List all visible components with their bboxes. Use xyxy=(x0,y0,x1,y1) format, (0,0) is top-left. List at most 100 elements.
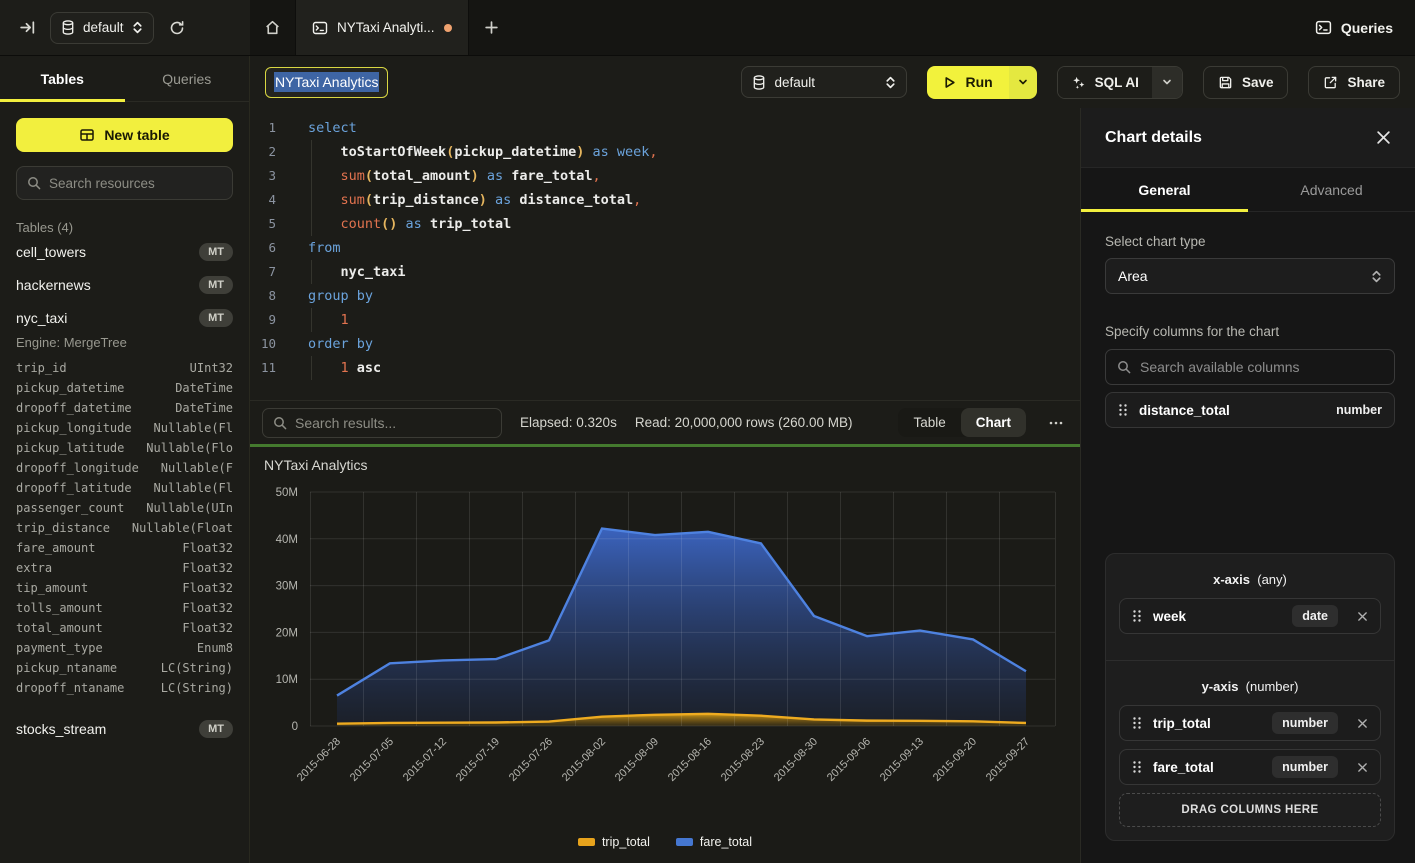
area-chart[interactable]: 010M20M30M40M50M2015-06-282015-07-052015… xyxy=(250,447,1080,863)
remove-column-icon[interactable] xyxy=(1349,762,1368,773)
toggle-chart[interactable]: Chart xyxy=(961,408,1026,437)
search-icon xyxy=(1117,360,1131,374)
legend-item-fare_total[interactable]: fare_total xyxy=(676,835,752,849)
column-type: Float32 xyxy=(182,601,233,615)
tab-general[interactable]: General xyxy=(1081,168,1248,211)
drag-handle-icon[interactable] xyxy=(1132,760,1142,774)
column-row-fare_amount: fare_amountFloat32 xyxy=(16,538,233,558)
line-number: 10 xyxy=(250,332,292,356)
chart-details-tabs: General Advanced xyxy=(1081,168,1415,212)
query-title-input[interactable]: NYTaxi Analytics xyxy=(265,67,388,98)
column-type: Nullable(Flo xyxy=(146,441,233,455)
column-row-passenger_count: passenger_count Nullable(UIn xyxy=(16,498,233,518)
sql-editor[interactable]: 1select2 toStartOfWeek(pickup_datetime) … xyxy=(250,108,1080,400)
new-tab-button[interactable] xyxy=(469,0,515,55)
refresh-icon[interactable] xyxy=(164,15,190,41)
database-selector[interactable]: default xyxy=(50,12,154,44)
column-name: pickup_longitude xyxy=(16,421,132,435)
queries-button[interactable]: Queries xyxy=(1315,19,1393,36)
query-database-selector[interactable]: default xyxy=(741,66,907,98)
column-chip-week[interactable]: weekdate xyxy=(1119,598,1381,634)
chart-details-header: Chart details xyxy=(1081,108,1415,168)
sql-token: as xyxy=(479,168,512,184)
sidebar-tab-queries[interactable]: Queries xyxy=(125,56,250,101)
sql-token xyxy=(308,192,341,208)
elapsed-stat: Elapsed: 0.320s xyxy=(520,415,617,430)
line-number: 2 xyxy=(250,140,292,164)
sql-line-4: 4 sum(trip_distance) as distance_total, xyxy=(250,188,1080,212)
query-header-actions: default Run xyxy=(741,66,1400,99)
sql-token xyxy=(308,264,341,280)
sql-token: as xyxy=(584,144,617,160)
table-item-cell_towers[interactable]: cell_towersMT xyxy=(16,235,233,268)
chart-details-body: Select chart type Area Specify columns f… xyxy=(1081,212,1415,863)
line-number: 8 xyxy=(250,284,292,308)
drag-handle-icon[interactable] xyxy=(1132,609,1142,623)
engine-badge: MT xyxy=(199,309,233,327)
column-type: Nullable(UIn xyxy=(146,501,233,515)
drag-columns-dropzone[interactable]: DRAG COLUMNS HERE xyxy=(1119,793,1381,827)
sql-line-10: 10order by xyxy=(250,332,1080,356)
share-button[interactable]: Share xyxy=(1308,66,1400,99)
sql-code: sum(total_amount) as fare_total, xyxy=(292,164,601,188)
sql-code: sum(trip_distance) as distance_total, xyxy=(292,188,641,212)
new-table-button[interactable]: New table xyxy=(16,118,233,152)
sql-token: asc xyxy=(349,360,382,376)
table-item-nyc_taxi[interactable]: nyc_taxiMT xyxy=(16,301,233,334)
chart-type-select[interactable]: Area xyxy=(1105,258,1395,294)
column-chip-trip_total[interactable]: trip_totalnumber xyxy=(1119,705,1381,741)
x-axis-items: weekdate xyxy=(1119,598,1381,634)
chevron-down-icon xyxy=(1018,77,1028,87)
sql-ai-button[interactable]: SQL AI xyxy=(1058,67,1152,98)
x-tick-label: 2015-09-20 xyxy=(931,736,979,784)
column-row-trip_distance: trip_distanceNullable(Float xyxy=(16,518,233,538)
unsaved-indicator-dot xyxy=(444,24,452,32)
column-type: Nullable(Float xyxy=(132,521,233,535)
column-chip-distance_total[interactable]: distance_totalnumber xyxy=(1105,392,1395,428)
collapse-sidebar-icon[interactable] xyxy=(14,15,40,41)
column-chip-type: number xyxy=(1336,403,1382,417)
legend-item-trip_total[interactable]: trip_total xyxy=(578,835,650,849)
sql-token: ) xyxy=(471,168,479,184)
save-button[interactable]: Save xyxy=(1203,66,1289,99)
y-tick-label: 10M xyxy=(276,674,298,686)
close-icon[interactable] xyxy=(1376,130,1391,145)
sidebar-search-input[interactable]: Search resources xyxy=(16,166,233,200)
sql-code: 1 xyxy=(292,308,349,332)
tab-advanced[interactable]: Advanced xyxy=(1248,168,1415,211)
indent-guide xyxy=(311,260,312,284)
run-button[interactable]: Run xyxy=(927,66,1008,99)
new-table-label: New table xyxy=(104,127,169,143)
line-number: 6 xyxy=(250,236,292,260)
chevron-up-down-icon xyxy=(132,21,143,34)
remove-column-icon[interactable] xyxy=(1349,718,1368,729)
run-options-button[interactable] xyxy=(1009,66,1037,99)
table-item-stocks_stream[interactable]: stocks_streamMT xyxy=(16,712,233,745)
toggle-table[interactable]: Table xyxy=(898,408,960,437)
sidebar-tab-tables[interactable]: Tables xyxy=(0,56,125,101)
column-type: Nullable(Fl xyxy=(154,421,233,435)
chart-type-value: Area xyxy=(1118,268,1148,284)
column-name: passenger_count xyxy=(16,501,124,515)
tab-home[interactable] xyxy=(250,0,296,55)
save-icon xyxy=(1218,75,1233,90)
tab-nytaxi-analytics[interactable]: NYTaxi Analyti... xyxy=(296,0,469,55)
column-row-dropoff_longitude: dropoff_longitudeNullable(F xyxy=(16,458,233,478)
columns-search-input[interactable]: Search available columns xyxy=(1105,349,1395,385)
column-type: LC(String) xyxy=(161,681,233,695)
drag-handle-icon[interactable] xyxy=(1118,403,1128,417)
y-tick-label: 50M xyxy=(276,487,298,499)
table-item-hackernews[interactable]: hackernewsMT xyxy=(16,268,233,301)
drag-handle-icon[interactable] xyxy=(1132,716,1142,730)
y-tick-label: 40M xyxy=(276,534,298,546)
column-chip-fare_total[interactable]: fare_totalnumber xyxy=(1119,749,1381,785)
indent-guide xyxy=(311,356,312,380)
more-options-icon[interactable] xyxy=(1044,415,1068,431)
results-search-input[interactable]: Search results... xyxy=(262,408,502,438)
sql-code: count() as trip_total xyxy=(292,212,511,236)
sql-ai-options-button[interactable] xyxy=(1152,67,1182,98)
column-chip-name: week xyxy=(1153,609,1186,624)
y-tick-label: 30M xyxy=(276,581,298,593)
remove-column-icon[interactable] xyxy=(1349,611,1368,622)
y-tick-label: 0 xyxy=(292,721,298,733)
